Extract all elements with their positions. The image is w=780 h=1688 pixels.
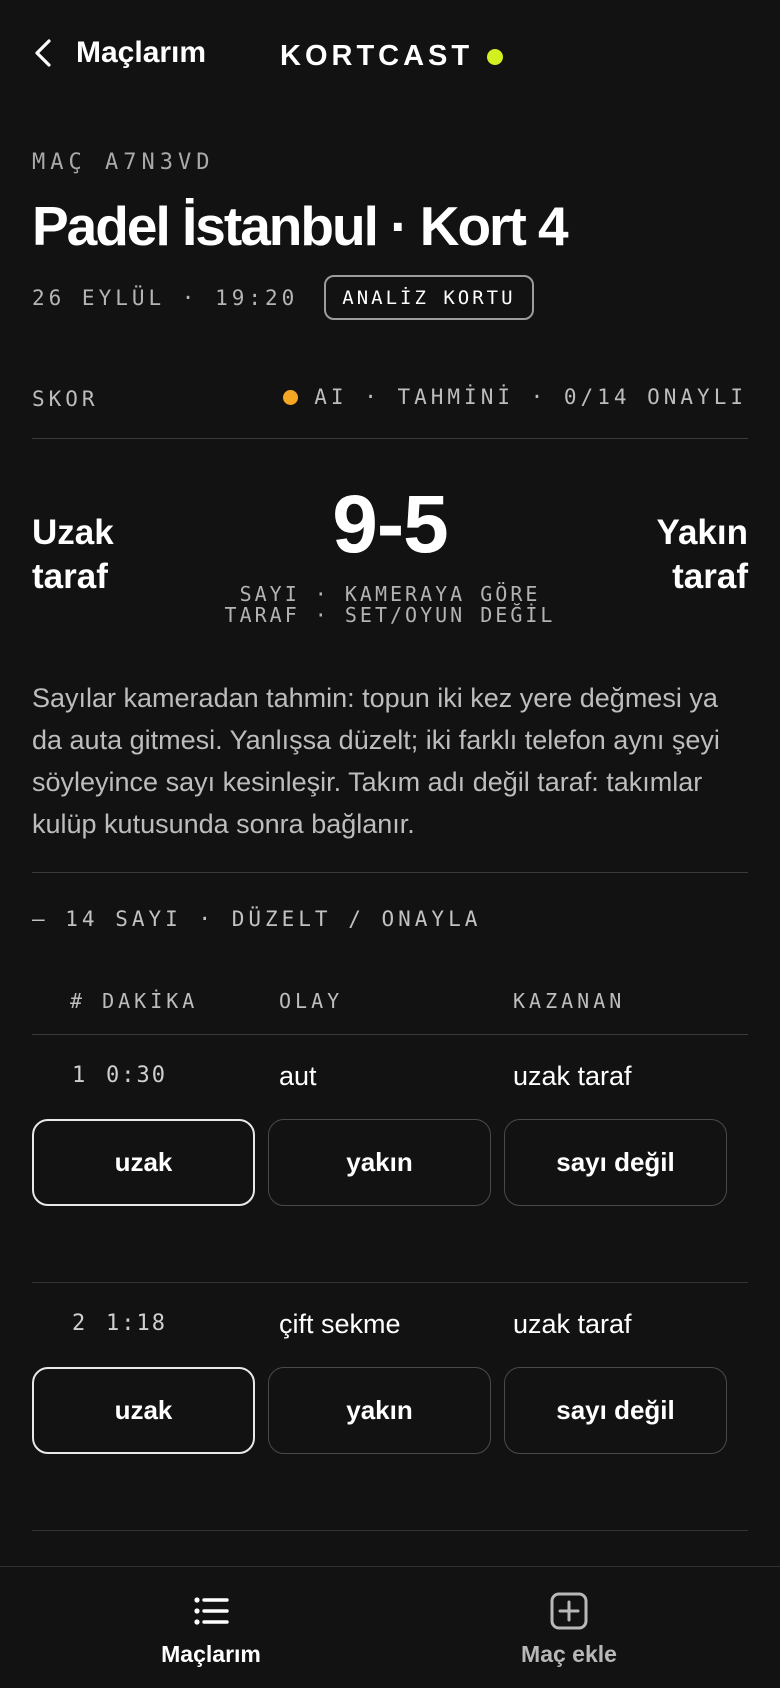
score-value: 9-5 (332, 479, 449, 570)
page-title: Padel İstanbul · Kort 4 (32, 195, 569, 257)
choice-near-button[interactable]: yakın (268, 1119, 491, 1206)
point-minute: 0:30 (106, 1063, 167, 1088)
point-event: çift sekme (279, 1309, 401, 1339)
column-header-minute: # DAKİKA (70, 989, 199, 1013)
score-label: SKOR (32, 387, 99, 411)
brand-name: KORTCAST (280, 40, 474, 72)
explanation-text: Sayılar kameradan tahmin: topun iki kez … (32, 683, 720, 839)
choice-near-button[interactable]: yakın (268, 1367, 491, 1454)
point-winner: uzak taraf (513, 1061, 632, 1091)
nav-add-match[interactable]: Maç ekle (374, 1567, 764, 1688)
top-bar: Maçlarım KORTCAST (0, 0, 780, 115)
score-caption-line1: SAYI · KAMERAYA GÖRE (239, 582, 541, 606)
far-side-line1: Uzak (32, 513, 114, 552)
near-side-line1: Yakın (656, 513, 748, 552)
row-divider (32, 1530, 748, 1531)
column-header-event: OLAY (279, 989, 344, 1013)
back-label: Maçlarım (76, 36, 207, 69)
choice-far-button[interactable]: uzak (32, 1119, 255, 1206)
match-code: MAÇ A7N3VD (32, 150, 215, 175)
column-header-winner: KAZANAN (513, 989, 626, 1013)
point-number: 1 (72, 1063, 86, 1088)
list-icon (194, 1597, 229, 1625)
match-meta: 26 EYLÜL · 19:20 ANALİZ KORTU (32, 275, 534, 320)
choice-far-button[interactable]: uzak (32, 1367, 255, 1454)
analysis-card-button[interactable]: ANALİZ KORTU (324, 275, 534, 320)
nav-label: Maç ekle (521, 1641, 617, 1667)
chevron-left-icon (35, 39, 51, 67)
point-number: 2 (72, 1311, 86, 1336)
point-row: 2 1:18 çift sekme uzak taraf uzak yakın … (32, 1283, 748, 1531)
bottom-nav: Maçlarım Maç ekle (0, 1566, 780, 1688)
score-status-text: AI · TAHMİNİ · 0/14 ONAYLI (314, 385, 747, 409)
point-winner: uzak taraf (513, 1309, 632, 1339)
choice-no-point-button[interactable]: sayı değil (504, 1119, 727, 1206)
point-row: 1 0:30 aut uzak taraf uzak yakın sayı de… (32, 1035, 748, 1283)
score-caption: SAYI · KAMERAYA GÖRE TARAF · SET/OYUN DE… (190, 584, 590, 626)
choice-no-point-button[interactable]: sayı değil (504, 1367, 727, 1454)
score-caption-line2: TARAF · SET/OYUN DEĞİL (224, 603, 556, 627)
nav-label: Maçlarım (161, 1641, 261, 1667)
brand-logo: KORTCAST (280, 40, 504, 73)
match-datetime: 26 EYLÜL · 19:20 (32, 285, 299, 310)
point-minute: 1:18 (106, 1311, 167, 1336)
point-event: aut (279, 1061, 317, 1091)
points-heading: — 14 SAYI · DÜZELT / ONAYLA (32, 907, 482, 931)
score-status: AI · TAHMİNİ · 0/14 ONAYLI (283, 385, 747, 409)
status-dot (283, 389, 299, 405)
nav-my-matches[interactable]: Maçlarım (16, 1567, 406, 1688)
brand-dot (487, 48, 504, 65)
add-square-icon (550, 1592, 588, 1630)
back-button[interactable]: Maçlarım (32, 36, 206, 70)
divider (32, 438, 748, 439)
divider (32, 872, 748, 873)
